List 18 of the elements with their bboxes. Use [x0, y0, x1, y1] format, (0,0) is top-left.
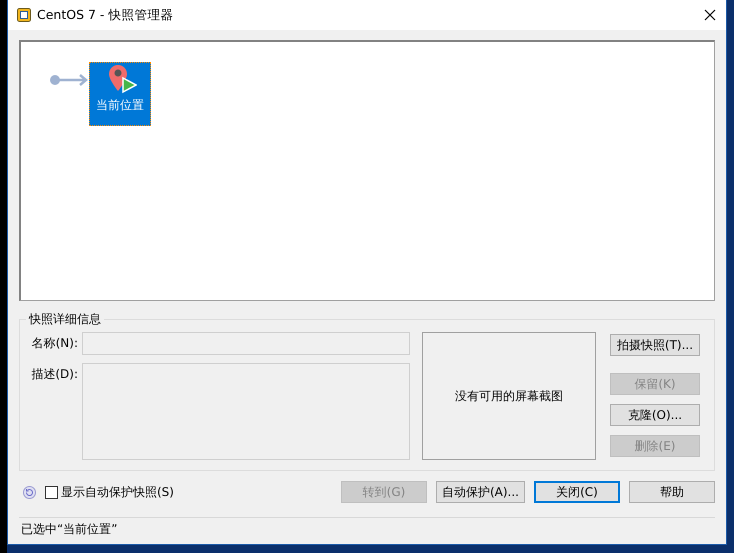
app-icon	[17, 8, 31, 22]
autoprotect-icon	[23, 486, 36, 498]
dialog-button[interactable]: 帮助	[629, 481, 715, 503]
action-button[interactable]: 克隆(O)...	[610, 404, 700, 426]
dialog-button[interactable]: 关闭(C)	[534, 481, 620, 503]
action-button[interactable]: 拍摄快照(T)...	[610, 334, 700, 356]
window-title: CentOS 7 - 快照管理器	[37, 6, 174, 24]
node-label: 当前位置	[96, 97, 144, 114]
close-icon[interactable]	[704, 9, 716, 21]
status-text: 已选中“当前位置”	[21, 520, 118, 538]
snapshot-node[interactable]: 当前位置	[89, 62, 151, 126]
field-label: 名称(N):	[30, 335, 79, 352]
autoprotect-checkbox[interactable]: 显示自动保护快照(S)	[45, 484, 332, 500]
no-screenshot-text: 没有可用的屏幕截图	[455, 388, 563, 404]
connector-arrow	[50, 73, 90, 87]
field-label: 描述(D):	[30, 366, 79, 383]
dialog-button[interactable]: 自动保护(A)...	[436, 481, 525, 503]
group-title: 快照详细信息	[28, 311, 102, 328]
